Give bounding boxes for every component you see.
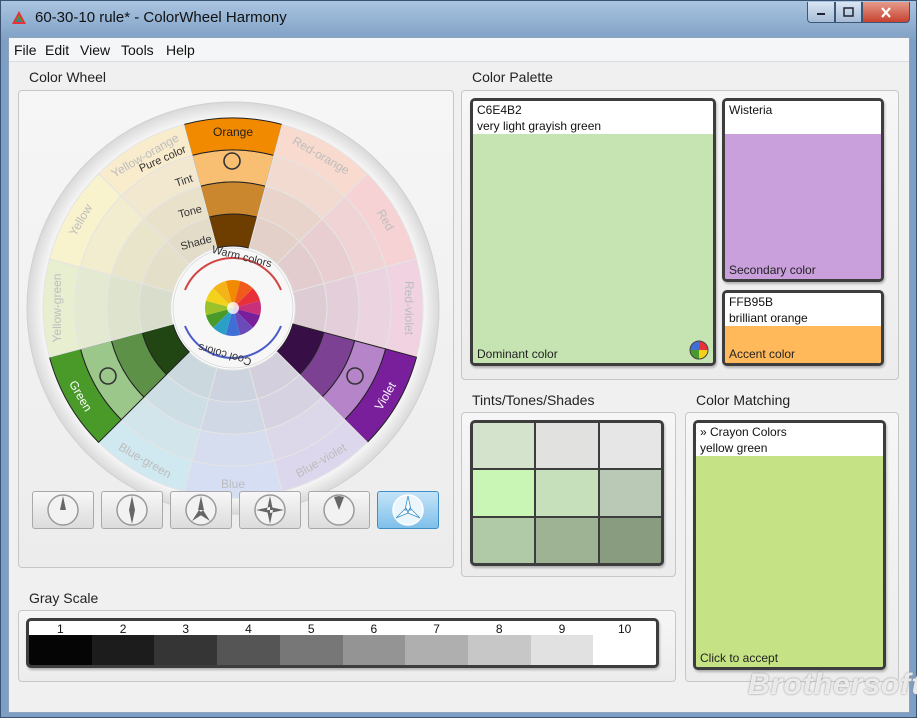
gray-step-number: 9 bbox=[558, 622, 566, 636]
title-bar[interactable]: 60-30-10 rule* - ColorWheel Harmony bbox=[1, 1, 916, 37]
maximize-button[interactable] bbox=[835, 2, 862, 23]
accent-header: FFB95B brilliant orange bbox=[725, 293, 881, 326]
color-match-swatch[interactable]: » Crayon Colors yellow green Click to ac… bbox=[693, 420, 886, 670]
tint-cell[interactable] bbox=[473, 517, 535, 563]
accent-name: brilliant orange bbox=[729, 311, 808, 325]
gray-step[interactable]: 1 bbox=[29, 621, 92, 665]
gray-step[interactable]: 9 bbox=[530, 621, 594, 665]
complementary-scheme-button[interactable] bbox=[101, 491, 163, 529]
gray-step-fill bbox=[217, 635, 280, 665]
secondary-header: Wisteria bbox=[725, 101, 881, 134]
dominant-color-swatch[interactable]: C6E4B2 very light grayish green Dominant… bbox=[470, 98, 716, 366]
click-to-accept-label[interactable]: Click to accept bbox=[700, 651, 778, 665]
tint-cell[interactable] bbox=[473, 470, 535, 516]
gray-step-fill bbox=[405, 635, 468, 665]
match-fill bbox=[696, 456, 883, 667]
gray-step-number: 4 bbox=[245, 622, 252, 636]
window-title: 60-30-10 rule* - ColorWheel Harmony bbox=[35, 9, 287, 26]
analogous-scheme-button[interactable] bbox=[308, 491, 370, 529]
color-palette-title: Color Palette bbox=[472, 69, 553, 85]
gray-step-fill bbox=[279, 635, 343, 665]
gray-step-number: 10 bbox=[618, 622, 632, 636]
gray-step-number: 8 bbox=[495, 622, 503, 636]
maximize-icon bbox=[843, 7, 854, 17]
gray-step[interactable]: 10 bbox=[593, 621, 656, 665]
tetradic-scheme-button[interactable] bbox=[239, 491, 301, 529]
gray-step[interactable]: 4 bbox=[217, 621, 280, 665]
accent-color-swatch[interactable]: FFB95B brilliant orange Accent color bbox=[722, 290, 884, 366]
tint-cell[interactable] bbox=[473, 423, 535, 469]
app-icon bbox=[12, 11, 26, 24]
gray-step-fill bbox=[593, 635, 656, 665]
split-complementary-scheme-button[interactable] bbox=[170, 491, 232, 529]
tint-cell[interactable] bbox=[599, 423, 661, 469]
gray-step[interactable]: 8 bbox=[467, 621, 531, 665]
gray-step-fill bbox=[342, 635, 406, 665]
tint-cell[interactable] bbox=[536, 470, 598, 516]
gray-step-fill bbox=[154, 635, 218, 665]
match-name: yellow green bbox=[700, 441, 768, 455]
color-matching-title: Color Matching bbox=[696, 392, 791, 408]
brothersoft-watermark: Brothersoft bbox=[748, 668, 917, 701]
scheme-icon bbox=[323, 494, 355, 526]
gray-step-fill bbox=[91, 635, 155, 665]
gray-step[interactable]: 6 bbox=[342, 621, 406, 665]
gray-step[interactable]: 3 bbox=[154, 621, 218, 665]
close-button[interactable] bbox=[862, 2, 910, 23]
color-wheel-title: Color Wheel bbox=[29, 69, 107, 85]
gray-scale-title: Gray Scale bbox=[29, 590, 99, 606]
match-source: » Crayon Colors bbox=[700, 425, 787, 439]
secondary-role-label: Secondary color bbox=[729, 263, 816, 277]
scheme-icon bbox=[392, 494, 424, 526]
gray-step-number: 3 bbox=[182, 622, 190, 636]
triadic-scheme-button[interactable] bbox=[377, 491, 439, 529]
gray-step-fill bbox=[29, 635, 92, 665]
gray-step[interactable]: 5 bbox=[279, 621, 343, 665]
secondary-fill bbox=[725, 134, 881, 279]
menu-file[interactable]: File bbox=[14, 42, 37, 58]
minimize-button[interactable] bbox=[807, 2, 835, 23]
gray-step-number: 5 bbox=[307, 622, 315, 636]
menu-help[interactable]: Help bbox=[166, 42, 195, 58]
scheme-icon bbox=[116, 494, 148, 526]
menu-bar: File Edit View Tools Help bbox=[9, 38, 909, 62]
dominant-name: very light grayish green bbox=[477, 119, 602, 133]
minimize-icon bbox=[817, 13, 825, 15]
gray-step-fill bbox=[467, 635, 531, 665]
color-wheel-icon[interactable] bbox=[689, 340, 709, 360]
gray-step[interactable]: 2 bbox=[91, 621, 155, 665]
match-header: » Crayon Colors yellow green bbox=[696, 423, 883, 456]
gray-step[interactable]: 7 bbox=[405, 621, 468, 665]
gray-step-number: 2 bbox=[119, 622, 127, 636]
tints-title: Tints/Tones/Shades bbox=[472, 392, 595, 408]
dominant-header: C6E4B2 very light grayish green bbox=[473, 101, 713, 134]
menu-edit[interactable]: Edit bbox=[45, 42, 69, 58]
scheme-icon bbox=[254, 494, 286, 526]
gray-step-fill bbox=[530, 635, 594, 665]
tint-cell[interactable] bbox=[599, 470, 661, 516]
gray-scale-bar: 1 2 3 4 5 6 7 8 9 10 bbox=[26, 618, 659, 668]
gray-step-number: 1 bbox=[57, 622, 64, 636]
gray-step-number: 6 bbox=[370, 622, 378, 636]
accent-role-label: Accent color bbox=[729, 347, 796, 361]
dominant-code: C6E4B2 bbox=[477, 103, 522, 117]
scheme-icon bbox=[47, 494, 79, 526]
secondary-name: Wisteria bbox=[729, 103, 773, 117]
monochromatic-scheme-button[interactable] bbox=[32, 491, 94, 529]
gray-step-number: 7 bbox=[433, 622, 440, 636]
tint-cell[interactable] bbox=[536, 517, 598, 563]
scheme-icon bbox=[185, 494, 217, 526]
dominant-role-label: Dominant color bbox=[477, 347, 558, 361]
tint-cell[interactable] bbox=[599, 517, 661, 563]
tint-cell[interactable] bbox=[536, 423, 598, 469]
accent-code: FFB95B bbox=[729, 295, 774, 309]
secondary-color-swatch[interactable]: Wisteria Secondary color bbox=[722, 98, 884, 282]
dominant-fill bbox=[473, 134, 713, 363]
menu-view[interactable]: View bbox=[80, 42, 110, 58]
tints-tones-shades-grid bbox=[470, 420, 664, 566]
menu-tools[interactable]: Tools bbox=[121, 42, 154, 58]
close-icon bbox=[881, 6, 891, 18]
